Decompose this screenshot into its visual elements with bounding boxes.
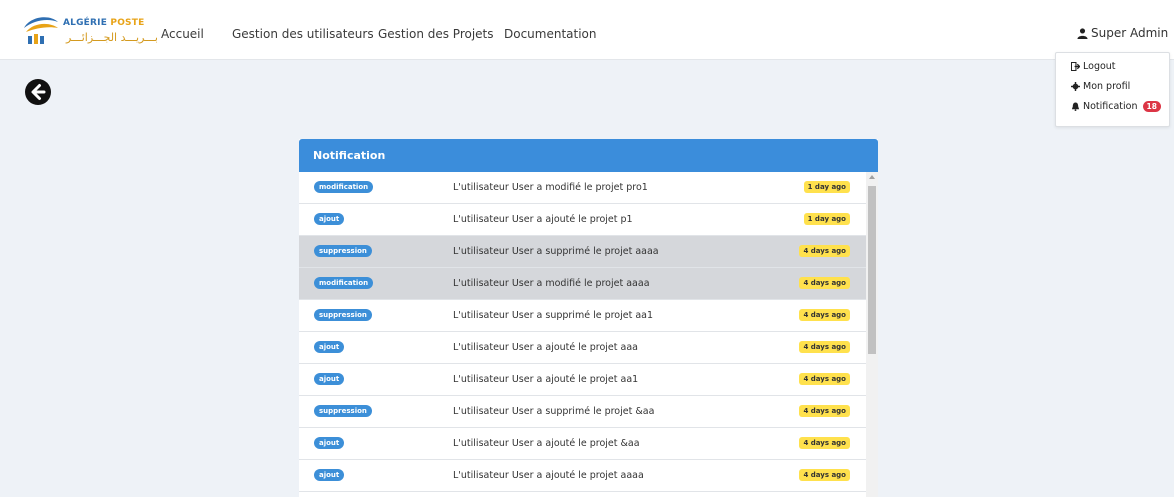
notification-row[interactable]: ajout L'utilisateur User a ajouté le proj… xyxy=(299,460,866,492)
profile-label: Mon profil xyxy=(1083,81,1131,92)
notification-row[interactable]: suppression L'utilisateur User a supprimé… xyxy=(299,300,866,332)
notification-message: L'utilisateur User a modifié le projet a… xyxy=(453,278,650,289)
notification-type-badge: suppression xyxy=(314,309,372,321)
notification-time-badge: 4 days ago xyxy=(799,309,850,321)
notification-row[interactable]: ajout L'utilisateur User a ajouté le proj… xyxy=(299,364,866,396)
notification-type-badge: suppression xyxy=(314,405,372,417)
notification-message: L'utilisateur User a supprimé le projet … xyxy=(453,246,659,257)
notification-count-badge: 18 xyxy=(1142,101,1161,112)
notification-label: Notification xyxy=(1083,101,1138,112)
notification-type-badge: ajout xyxy=(314,437,345,449)
notification-message: L'utilisateur User a ajouté le projet aa… xyxy=(453,470,644,481)
notification-time-badge: 4 days ago xyxy=(799,373,850,385)
notification-row[interactable]: modification L'utilisateur User a modifié… xyxy=(299,268,866,300)
notification-message: L'utilisateur User a supprimé le projet … xyxy=(453,406,655,417)
nav-item-gestion-utilisateurs[interactable]: Gestion des utilisateurs xyxy=(232,27,374,41)
notification-panel-title: Notification xyxy=(299,139,878,172)
user-menu-toggle[interactable]: Super Admin xyxy=(1077,26,1174,40)
notification-scrollbar[interactable] xyxy=(866,172,878,497)
nav-item-gestion-projets[interactable]: Gestion des Projets xyxy=(378,27,494,41)
notification-type-badge: modification xyxy=(314,277,374,289)
notification-message: L'utilisateur User a ajouté le projet &a… xyxy=(453,438,640,449)
notification-type-badge: ajout xyxy=(314,469,345,481)
notification-time-badge: 4 days ago xyxy=(799,277,850,289)
notification-list: modification L'utilisateur User a modifié… xyxy=(299,172,866,492)
notification-row[interactable]: suppression L'utilisateur User a supprimé… xyxy=(299,236,866,268)
notification-row[interactable]: modification L'utilisateur User a modifié… xyxy=(299,172,866,204)
algerie-poste-logo[interactable]: ALGÉRIE POSTE بـــريـــد الجـــزائـــر xyxy=(22,14,158,48)
nav-item-documentation[interactable]: Documentation xyxy=(504,27,597,41)
logo-text-arabic: بـــريـــد الجـــزائـــر xyxy=(66,31,158,44)
notification-row[interactable]: ajout L'utilisateur User a ajouté le proj… xyxy=(299,332,866,364)
notification-time-badge: 4 days ago xyxy=(799,469,850,481)
notification-time-badge: 4 days ago xyxy=(799,405,850,417)
notification-time-badge: 1 day ago xyxy=(803,213,850,225)
dropdown-item-logout[interactable]: Logout xyxy=(1071,61,1116,72)
notification-type-badge: ajout xyxy=(314,213,345,225)
notification-time-badge: 4 days ago xyxy=(799,245,850,257)
logo-mark-icon xyxy=(24,17,58,44)
nav-item-accueil[interactable]: Accueil xyxy=(161,27,204,41)
notification-message: L'utilisateur User a supprimé le projet … xyxy=(453,310,654,321)
notification-panel: Notification modification L'utilisateur U… xyxy=(299,139,878,497)
notification-type-badge: ajout xyxy=(314,341,345,353)
dropdown-item-notification[interactable]: Notification 18 xyxy=(1071,101,1161,112)
logout-label: Logout xyxy=(1083,61,1116,72)
scroll-up-arrow-icon[interactable] xyxy=(869,175,875,179)
notification-type-badge: modification xyxy=(314,181,374,193)
user-icon xyxy=(1077,27,1088,39)
dropdown-item-profile[interactable]: Mon profil xyxy=(1071,81,1130,92)
back-arrow-icon[interactable] xyxy=(24,78,52,106)
notification-time-badge: 4 days ago xyxy=(799,437,850,449)
logo-text-latin: ALGÉRIE POSTE xyxy=(63,18,145,28)
user-name: Super Admin xyxy=(1091,26,1169,40)
notification-type-badge: suppression xyxy=(314,245,372,257)
notification-message: L'utilisateur User a ajouté le projet aa… xyxy=(453,374,639,385)
notification-row[interactable]: ajout L'utilisateur User a ajouté le proj… xyxy=(299,428,866,460)
sign-out-icon xyxy=(1071,62,1080,71)
notification-time-badge: 4 days ago xyxy=(799,341,850,353)
top-navbar: ALGÉRIE POSTE بـــريـــد الجـــزائـــر A… xyxy=(0,0,1174,60)
notification-message: L'utilisateur User a modifié le projet p… xyxy=(453,182,648,193)
notification-row[interactable]: ajout L'utilisateur User a ajouté le proj… xyxy=(299,204,866,236)
bell-icon xyxy=(1071,102,1080,111)
notification-type-badge: ajout xyxy=(314,373,345,385)
gear-icon xyxy=(1071,82,1080,91)
notification-row[interactable]: suppression L'utilisateur User a supprimé… xyxy=(299,396,866,428)
user-dropdown-menu: Logout Mon profil Notification 18 xyxy=(1055,52,1170,127)
notification-message: L'utilisateur User a ajouté le projet aa… xyxy=(453,342,638,353)
scroll-thumb[interactable] xyxy=(868,186,876,354)
notification-message: L'utilisateur User a ajouté le projet p1 xyxy=(453,214,633,225)
notification-time-badge: 1 day ago xyxy=(803,181,850,193)
